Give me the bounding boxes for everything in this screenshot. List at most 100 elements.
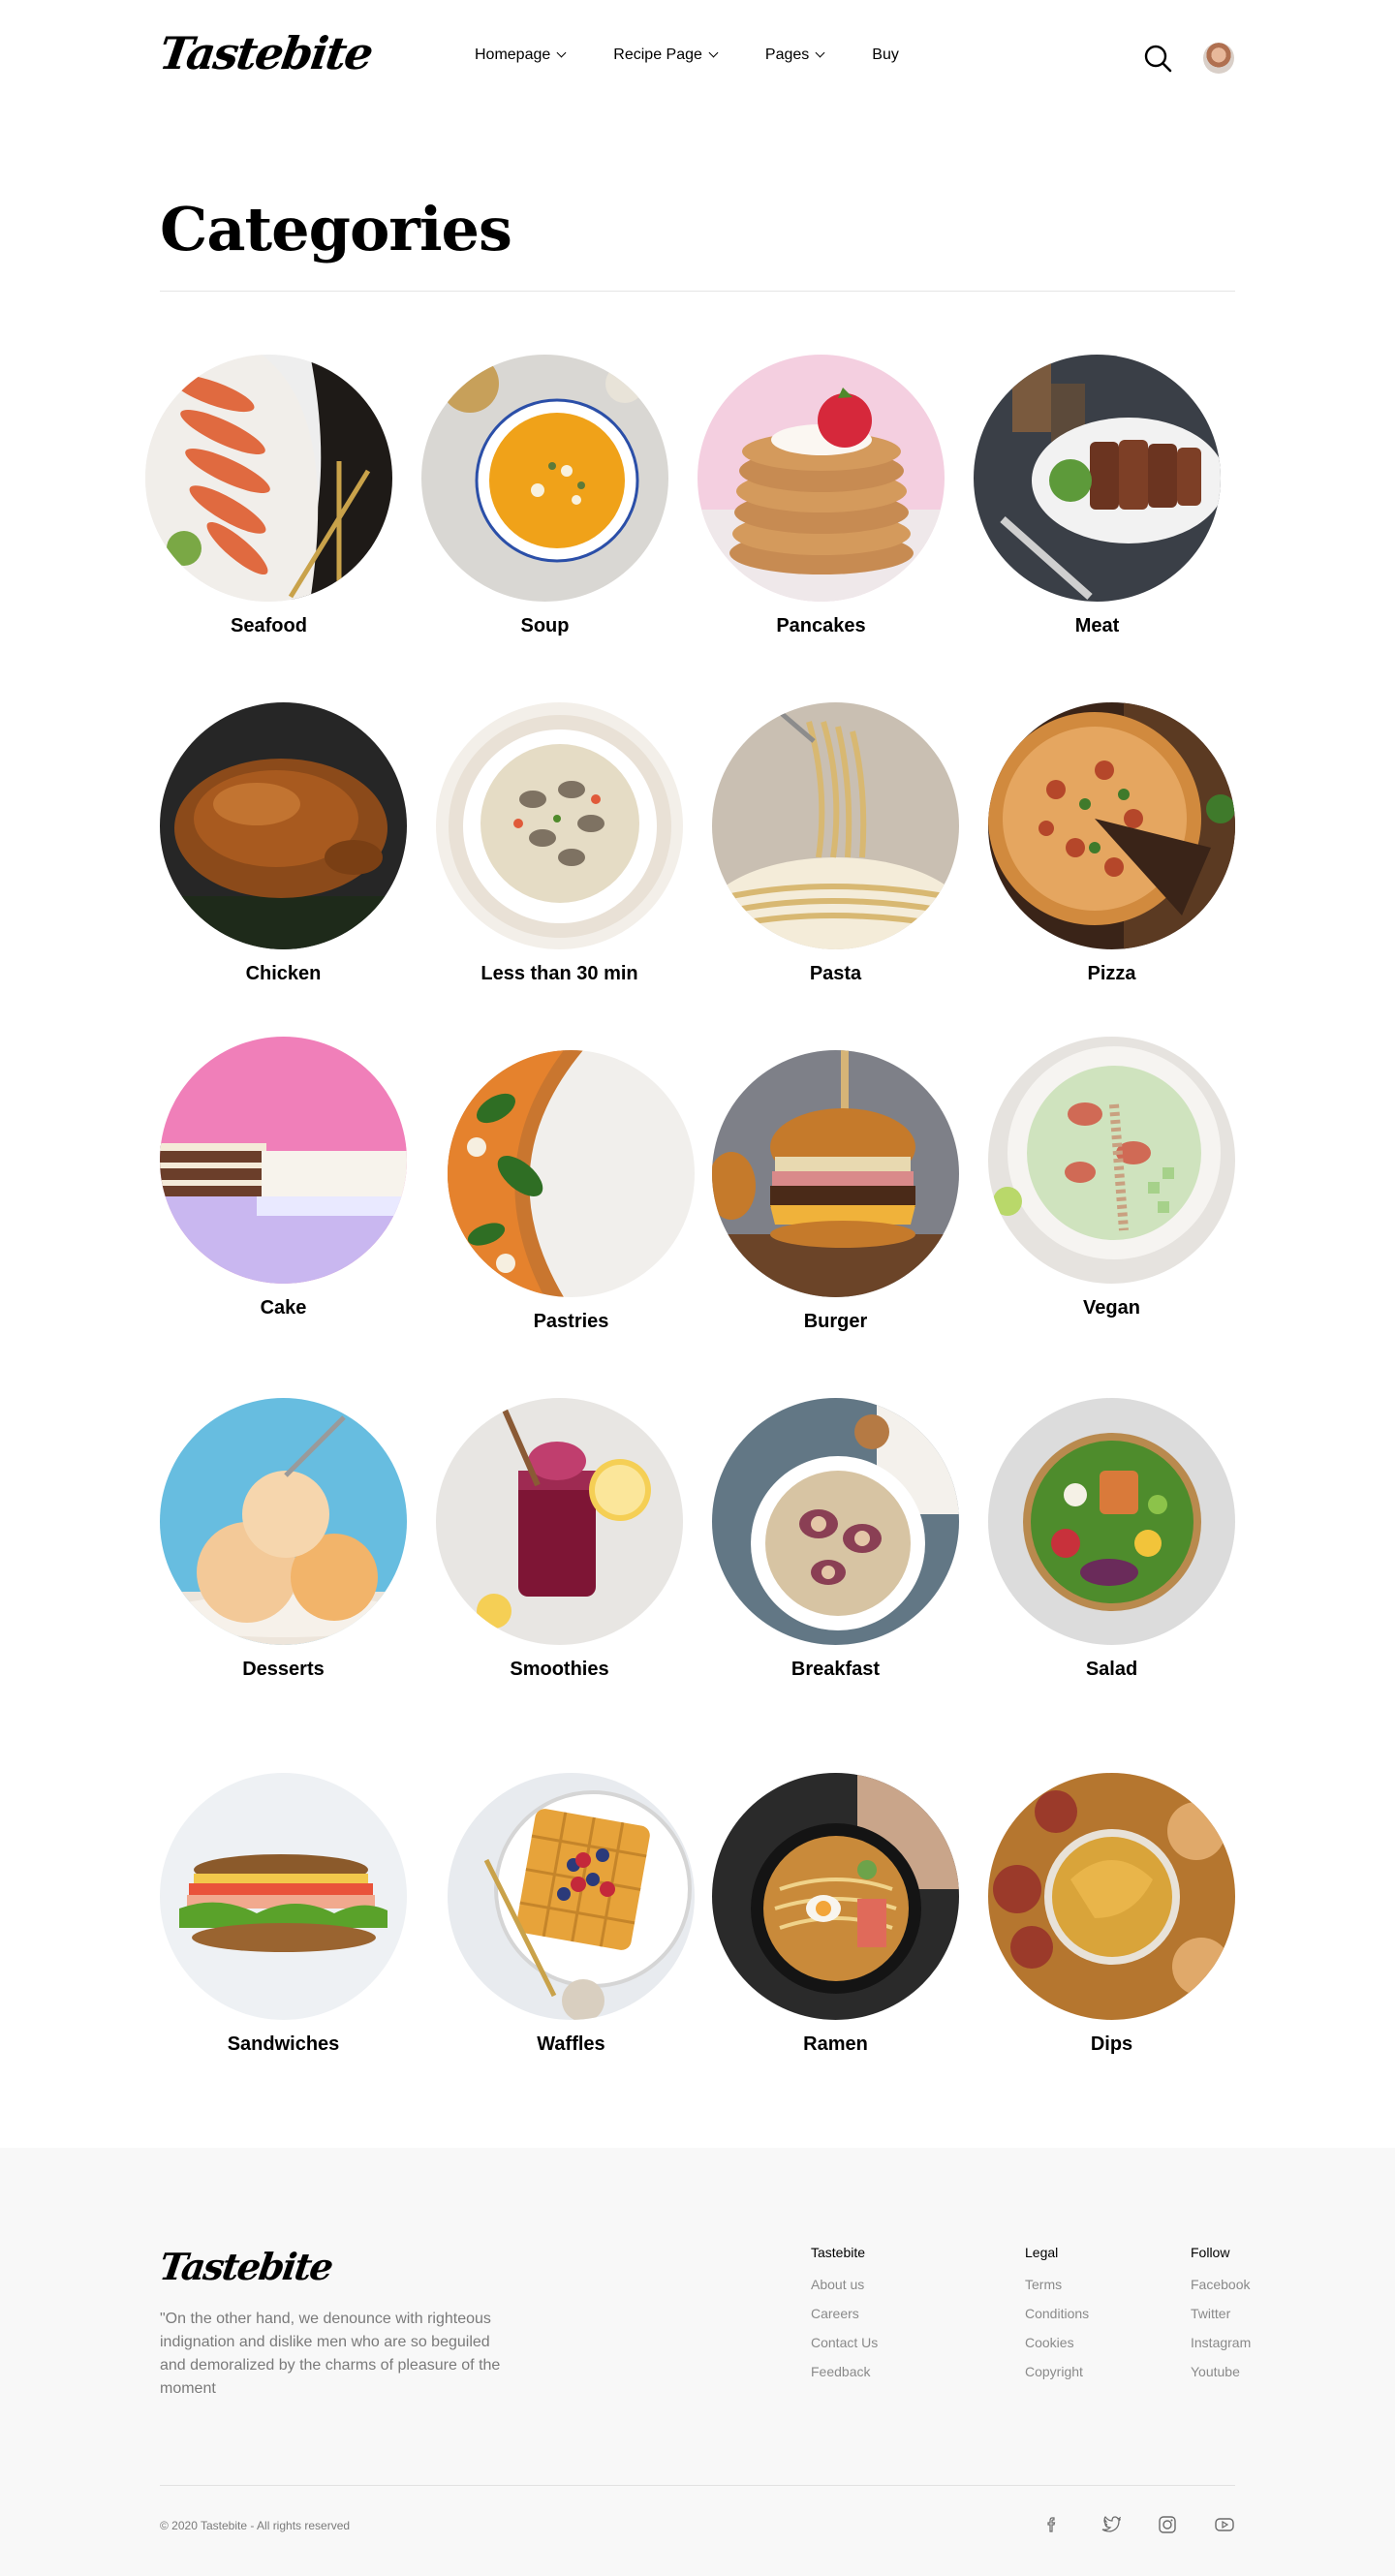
category-card-sandwiches[interactable]: Sandwiches: [160, 1773, 407, 2056]
category-card-vegan[interactable]: Vegan: [988, 1037, 1235, 1319]
chevron-down-icon: [815, 47, 825, 58]
category-label: Sandwiches: [227, 2033, 340, 2055]
burger-photo: [712, 1050, 959, 1297]
category-label: Ramen: [803, 2033, 868, 2055]
footer-link-copyright[interactable]: Copyright: [1025, 2363, 1089, 2380]
category-label: Soup: [520, 615, 570, 636]
pastries-photo: [448, 1050, 695, 1297]
category-card-cake[interactable]: Cake: [160, 1037, 407, 1319]
user-avatar[interactable]: [1203, 43, 1234, 74]
page-title: Categories: [160, 194, 512, 264]
category-card-burger[interactable]: Burger: [712, 1050, 959, 1333]
category-label: Pastries: [533, 1311, 609, 1332]
sandwiches-photo: [160, 1773, 407, 2020]
ramen-photo: [712, 1773, 959, 2020]
footer-link-careers[interactable]: Careers: [811, 2305, 878, 2322]
nav-label: Buy: [872, 47, 899, 63]
nav-label: Homepage: [475, 47, 551, 63]
category-label: Meat: [1074, 615, 1120, 636]
nav-homepage[interactable]: Homepage: [475, 47, 567, 64]
footer-link-feedback[interactable]: Feedback: [811, 2363, 878, 2380]
facebook-icon[interactable]: [1041, 2514, 1063, 2535]
category-card-pancakes[interactable]: Pancakes: [698, 355, 945, 637]
pizza-photo: [988, 702, 1235, 949]
footer-column-title: Follow: [1191, 2245, 1230, 2260]
category-label: Pancakes: [776, 615, 866, 636]
youtube-icon[interactable]: [1214, 2514, 1235, 2535]
category-card-dips[interactable]: Dips: [988, 1773, 1235, 2056]
chicken-photo: [160, 702, 407, 949]
category-label: Breakfast: [790, 1659, 881, 1680]
soup-photo: [421, 355, 668, 602]
category-label: Cake: [260, 1297, 307, 1319]
seafood-photo: [145, 355, 392, 602]
footer-link-conditions[interactable]: Conditions: [1025, 2305, 1089, 2322]
category-label: Salad: [1085, 1659, 1138, 1680]
category-card-pasta[interactable]: Pasta: [712, 702, 959, 985]
category-label: Chicken: [245, 963, 322, 984]
nav-pages[interactable]: Pages: [764, 47, 825, 64]
category-label: Desserts: [242, 1659, 325, 1680]
nav-label: Recipe Page: [613, 47, 702, 63]
chevron-down-icon: [556, 47, 567, 58]
footer-logo[interactable]: Tastebite: [157, 2245, 334, 2288]
title-divider: [160, 291, 1235, 292]
category-label: Pizza: [1087, 963, 1136, 984]
waffles-photo: [448, 1773, 695, 2020]
footer-column-legal: Legal Terms Conditions Cookies Copyright: [1025, 2245, 1089, 2392]
category-label: Seafood: [231, 615, 307, 636]
instagram-icon[interactable]: [1157, 2514, 1178, 2535]
footer-column-title: Tastebite: [811, 2245, 866, 2260]
category-card-pastries[interactable]: Pastries: [448, 1050, 695, 1333]
footer-link-facebook[interactable]: Facebook: [1191, 2276, 1251, 2293]
footer-column-tastebite: Tastebite About us Careers Contact Us Fe…: [811, 2245, 878, 2392]
category-card-less-than-30-min[interactable]: Less than 30 min: [436, 702, 683, 985]
desserts-photo: [160, 1398, 407, 1645]
category-card-breakfast[interactable]: Breakfast: [712, 1398, 959, 1681]
category-label: Waffles: [537, 2033, 605, 2055]
nav-label: Pages: [764, 47, 810, 63]
smoothies-photo: [436, 1398, 683, 1645]
category-card-meat[interactable]: Meat: [974, 355, 1221, 637]
category-card-waffles[interactable]: Waffles: [448, 1773, 695, 2056]
category-label: Smoothies: [510, 1659, 609, 1680]
salad-photo: [988, 1398, 1235, 1645]
category-card-chicken[interactable]: Chicken: [160, 702, 407, 985]
dips-photo: [988, 1773, 1235, 2020]
footer-divider: [160, 2485, 1235, 2486]
category-card-smoothies[interactable]: Smoothies: [436, 1398, 683, 1681]
search-icon[interactable]: [1143, 44, 1172, 73]
vegan-photo: [988, 1037, 1235, 1284]
site-logo[interactable]: Tastebite: [156, 27, 375, 79]
category-card-desserts[interactable]: Desserts: [160, 1398, 407, 1681]
site-header: Tastebite Homepage Recipe Page Pages Buy: [0, 0, 1395, 116]
category-card-ramen[interactable]: Ramen: [712, 1773, 959, 2056]
footer-column-title: Legal: [1025, 2245, 1059, 2260]
footer-link-youtube[interactable]: Youtube: [1191, 2363, 1251, 2380]
category-card-pizza[interactable]: Pizza: [988, 702, 1235, 985]
footer-link-twitter[interactable]: Twitter: [1191, 2305, 1251, 2322]
category-card-seafood[interactable]: Seafood: [145, 355, 392, 637]
quick-meal-photo: [436, 702, 683, 949]
nav-buy[interactable]: Buy: [872, 47, 899, 64]
category-card-soup[interactable]: Soup: [421, 355, 668, 637]
nav-recipe-page[interactable]: Recipe Page: [613, 47, 719, 64]
footer-link-terms[interactable]: Terms: [1025, 2276, 1089, 2293]
category-label: Vegan: [1083, 1297, 1140, 1319]
footer-link-about-us[interactable]: About us: [811, 2276, 878, 2293]
main-nav: Homepage Recipe Page Pages Buy: [475, 47, 947, 64]
twitter-icon[interactable]: [1100, 2514, 1121, 2535]
footer-quote: "On the other hand, we denounce with rig…: [160, 2311, 501, 2397]
breakfast-photo: [712, 1398, 959, 1645]
pasta-photo: [712, 702, 959, 949]
footer-link-contact-us[interactable]: Contact Us: [811, 2334, 878, 2351]
meat-photo: [974, 355, 1221, 602]
footer-link-cookies[interactable]: Cookies: [1025, 2334, 1089, 2351]
chevron-down-icon: [708, 47, 719, 58]
footer-link-instagram[interactable]: Instagram: [1191, 2334, 1251, 2351]
cake-photo: [160, 1037, 407, 1284]
category-label: Burger: [803, 1311, 868, 1332]
category-card-salad[interactable]: Salad: [988, 1398, 1235, 1681]
site-footer: Tastebite "On the other hand, we denounc…: [0, 2148, 1395, 2576]
category-label: Dips: [1090, 2033, 1133, 2055]
